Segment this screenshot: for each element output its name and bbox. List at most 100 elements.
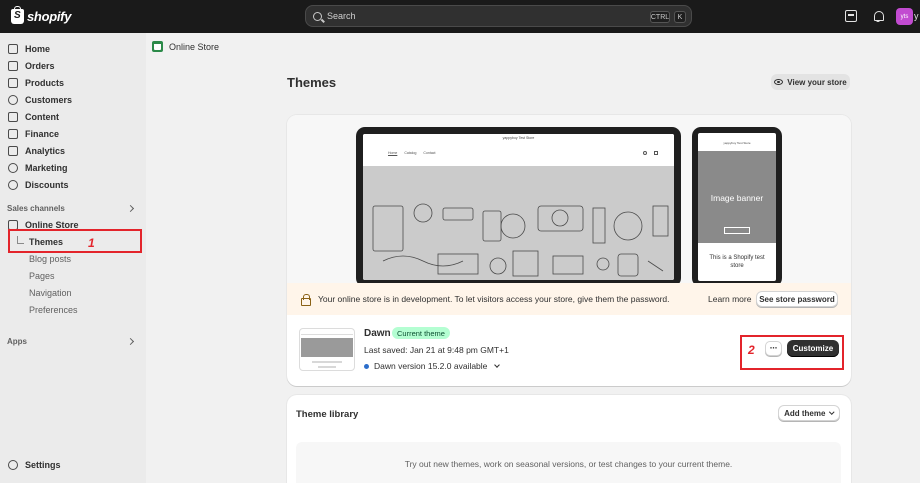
top-bar: shopify Search CTRL K yts y	[0, 0, 920, 33]
preview-nav-item: Contact	[423, 151, 436, 155]
thumbnail-line	[318, 366, 336, 368]
eye-icon	[774, 79, 784, 85]
sidebar-item-label: Orders	[25, 60, 55, 71]
phone-hero-image: Image banner	[698, 151, 776, 243]
preview-nav-item: Catalog	[404, 151, 417, 155]
preview-store-name: yappyboy Test Store	[502, 136, 535, 140]
customers-icon	[8, 94, 18, 105]
annotation-number-2: 2	[748, 343, 755, 357]
phone-store-name: yappyboy Test Store	[723, 141, 751, 145]
theme-library-title: Theme library	[296, 409, 359, 420]
sidebar-item-label: Settings	[25, 459, 61, 470]
sales-channels-chevron-icon[interactable]	[126, 204, 135, 213]
search-icon	[313, 11, 322, 21]
phone-store-text: This is a Shopify test store	[709, 255, 765, 269]
theme-library-empty-text: Try out new themes, work on seasonal ver…	[404, 459, 733, 469]
learn-more-link[interactable]: Learn more	[708, 294, 751, 304]
sidebar-subitem-navigation[interactable]: Navigation	[29, 285, 139, 300]
sidebar-item-label: Finance	[25, 128, 60, 139]
theme-library-card: Theme library Add theme Try out new them…	[287, 395, 851, 483]
apps-label: Apps	[7, 337, 27, 346]
preview-nav: Home Catalog Contact	[388, 151, 435, 155]
thumbnail-header	[301, 332, 353, 335]
sidebar: Home Orders Products Customers Content F…	[0, 33, 146, 483]
phone-screen: yappyboy Test Store Image banner This is…	[698, 133, 776, 281]
theme-thumbnail[interactable]	[299, 328, 355, 371]
analytics-icon	[8, 145, 18, 156]
home-icon	[8, 43, 18, 54]
sidebar-item-finance[interactable]: Finance	[8, 126, 138, 141]
annotation-box-2	[740, 335, 844, 370]
preview-hero-image	[363, 166, 674, 280]
update-dot-icon	[364, 363, 369, 369]
development-banner: Your online store is in development. To …	[287, 283, 851, 315]
last-saved-text: Last saved: Jan 21 at 9:48 pm GMT+1	[364, 345, 509, 355]
sidebar-subitem-pages[interactable]: Pages	[29, 268, 139, 283]
apps-chevron-icon[interactable]	[126, 337, 135, 346]
sidebar-item-marketing[interactable]: Marketing	[8, 160, 138, 175]
sidebar-item-label: Marketing	[25, 162, 68, 173]
user-avatar[interactable]: yts	[896, 8, 913, 25]
add-theme-button[interactable]: Add theme	[778, 405, 840, 421]
add-theme-label: Add theme	[784, 408, 826, 418]
sidebar-item-label: Analytics	[25, 145, 66, 156]
breadcrumb-label: Online Store	[169, 41, 220, 52]
thumbnail-hero	[301, 338, 353, 357]
sidebar-item-products[interactable]: Products	[8, 75, 138, 90]
hero-sketch-illustration	[372, 203, 669, 277]
annotation-box-1	[8, 229, 142, 253]
phone-banner-button	[724, 227, 750, 234]
laptop-screen: yappyboy Test Store Home Catalog Contact	[363, 134, 674, 280]
sidebar-item-settings[interactable]: Settings	[8, 457, 138, 472]
orders-icon	[8, 60, 18, 71]
search-placeholder: Search	[327, 11, 356, 21]
sidebar-item-analytics[interactable]: Analytics	[8, 143, 138, 158]
sidebar-item-label: Customers	[25, 94, 73, 105]
products-icon	[8, 77, 18, 88]
finance-icon	[8, 128, 18, 139]
page-title: Themes	[287, 75, 337, 90]
phone-banner-title: Image banner	[710, 193, 764, 203]
search-bar[interactable]: Search CTRL K	[305, 5, 692, 27]
store-switcher-icon[interactable]	[845, 10, 857, 22]
view-store-label: View your store	[787, 77, 847, 87]
sidebar-item-content[interactable]: Content	[8, 109, 138, 124]
sales-channels-label: Sales channels	[7, 204, 65, 213]
sidebar-subitem-blog-posts[interactable]: Blog posts	[29, 251, 139, 266]
marketing-icon	[8, 162, 18, 173]
theme-library-empty-state: Try out new themes, work on seasonal ver…	[296, 442, 841, 483]
logo-text: shopify	[27, 9, 72, 24]
discounts-icon	[8, 179, 18, 190]
theme-preview[interactable]: yappyboy Test Store Home Catalog Contact	[287, 115, 851, 283]
laptop-preview: yappyboy Test Store Home Catalog Contact	[356, 127, 681, 283]
sidebar-item-label: Content	[25, 111, 59, 122]
sidebar-subitem-preferences[interactable]: Preferences	[29, 302, 139, 317]
preview-header: yappyboy Test Store Home Catalog Contact	[363, 134, 674, 164]
lock-icon	[300, 294, 311, 306]
version-available[interactable]: Dawn version 15.2.0 available	[364, 361, 501, 371]
content-icon	[8, 111, 18, 122]
preview-search-icon	[643, 151, 647, 155]
sidebar-item-orders[interactable]: Orders	[8, 58, 138, 73]
sidebar-item-discounts[interactable]: Discounts	[8, 177, 138, 192]
theme-name: Dawn	[364, 328, 391, 339]
preview-cart-icon	[654, 151, 658, 155]
shortcut-k: K	[674, 11, 686, 23]
sidebar-item-home[interactable]: Home	[8, 41, 138, 56]
thumbnail-line	[312, 361, 342, 363]
sidebar-item-label: Discounts	[25, 179, 69, 190]
sidebar-item-customers[interactable]: Customers	[8, 92, 138, 107]
notifications-bell-icon[interactable]	[872, 10, 884, 22]
chevron-down-icon	[494, 362, 501, 368]
settings-gear-icon	[8, 459, 18, 470]
online-store-icon	[152, 41, 163, 52]
chevron-down-icon	[829, 409, 835, 415]
main-content: Online Store Themes View your store yapp…	[146, 33, 920, 483]
shopify-logo[interactable]: shopify	[11, 6, 72, 25]
phone-preview: yappyboy Test Store Image banner This is…	[692, 127, 782, 283]
store-name-truncated[interactable]: y	[914, 11, 919, 21]
see-store-password-button[interactable]: See store password	[756, 291, 838, 307]
view-store-button[interactable]: View your store	[771, 74, 850, 90]
shopify-bag-icon	[11, 6, 24, 24]
breadcrumb: Online Store	[152, 41, 219, 52]
